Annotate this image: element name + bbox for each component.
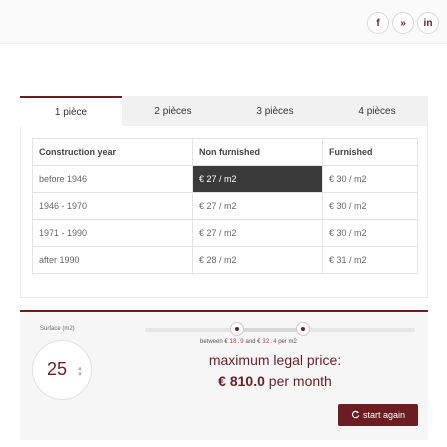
price-range-text: between € 18.9 and € 32.4 per m2 xyxy=(200,338,297,345)
facebook-icon[interactable]: f xyxy=(367,12,389,34)
price-calculator: Surface (m2) 25 ▲ ▼ between € 18.9 and € … xyxy=(20,310,428,440)
cell-furnished[interactable]: € 30 / m2 xyxy=(322,219,418,247)
tab-1-piece[interactable]: 1 pièce xyxy=(20,96,122,126)
max-price: € 810.0 per month xyxy=(150,373,400,389)
tab-4-pieces[interactable]: 4 pièces xyxy=(326,96,428,126)
start-again-button[interactable]: start again xyxy=(338,404,418,426)
header-construction-year: Construction year xyxy=(32,138,193,166)
top-bar: f » in xyxy=(0,0,447,44)
max-price-suffix: per month xyxy=(268,373,332,389)
high-value: 32.4 xyxy=(262,338,277,345)
cell-year: 1971 - 1990 xyxy=(32,219,193,247)
table-header-row: Construction year Non furnished Furnishe… xyxy=(32,138,418,166)
surface-input[interactable]: 25 xyxy=(47,359,67,380)
twitter-icon[interactable]: » xyxy=(392,12,414,34)
cell-furnished[interactable]: € 30 / m2 xyxy=(322,192,418,220)
slider-handle-low[interactable] xyxy=(230,322,244,336)
slider-handle-high[interactable] xyxy=(296,322,310,336)
page: f » in 1 pièce 2 pièces 3 pièces 4 pièce… xyxy=(0,0,447,447)
slider-range xyxy=(237,328,303,332)
header-non-furnished: Non furnished xyxy=(192,138,323,166)
refresh-icon xyxy=(351,410,360,421)
table-row: after 1990 € 28 / m2 € 31 / m2 xyxy=(32,246,418,274)
surface-input-wrapper: 25 ▲ ▼ xyxy=(32,340,92,400)
cell-non-furnished-selected[interactable]: € 27 / m2 xyxy=(192,165,323,193)
table-row: 1971 - 1990 € 27 / m2 € 30 / m2 xyxy=(32,219,418,247)
surface-label: Surface (m2) xyxy=(40,326,75,332)
max-price-title: maximum legal price: xyxy=(208,352,342,368)
start-again-label: start again xyxy=(362,410,406,420)
cell-furnished[interactable]: € 31 / m2 xyxy=(322,246,418,274)
social-links: f » in xyxy=(367,12,439,34)
cell-year: before 1946 xyxy=(32,165,193,193)
table-row: before 1946 € 27 / m2 € 30 / m2 xyxy=(32,165,418,193)
between-mid: and € xyxy=(245,339,261,345)
spinner-arrows-icon[interactable]: ▲ ▼ xyxy=(77,366,83,378)
room-tabs: 1 pièce 2 pièces 3 pièces 4 pièces xyxy=(20,96,428,126)
rent-table-panel: Construction year Non furnished Furnishe… xyxy=(20,126,428,298)
header-furnished: Furnished xyxy=(322,138,418,166)
cell-non-furnished[interactable]: € 28 / m2 xyxy=(192,246,323,274)
cell-furnished[interactable]: € 30 / m2 xyxy=(322,165,418,193)
table-row: 1946 - 1970 € 27 / m2 € 30 / m2 xyxy=(32,192,418,220)
low-value: 18.9 xyxy=(229,338,244,345)
linkedin-icon[interactable]: in xyxy=(417,12,439,34)
tab-2-pieces[interactable]: 2 pièces xyxy=(122,96,224,126)
between-prefix: between € xyxy=(200,339,228,345)
cell-non-furnished[interactable]: € 27 / m2 xyxy=(192,192,323,220)
price-range-slider[interactable] xyxy=(145,322,415,336)
tab-3-pieces[interactable]: 3 pièces xyxy=(224,96,326,126)
cell-year: 1946 - 1970 xyxy=(32,192,193,220)
cell-year: after 1990 xyxy=(32,246,193,274)
rent-table: Construction year Non furnished Furnishe… xyxy=(32,138,418,274)
cell-non-furnished[interactable]: € 27 / m2 xyxy=(192,219,323,247)
max-price-amount: € 810.0 xyxy=(218,373,265,389)
between-suffix: per m2 xyxy=(278,339,297,345)
